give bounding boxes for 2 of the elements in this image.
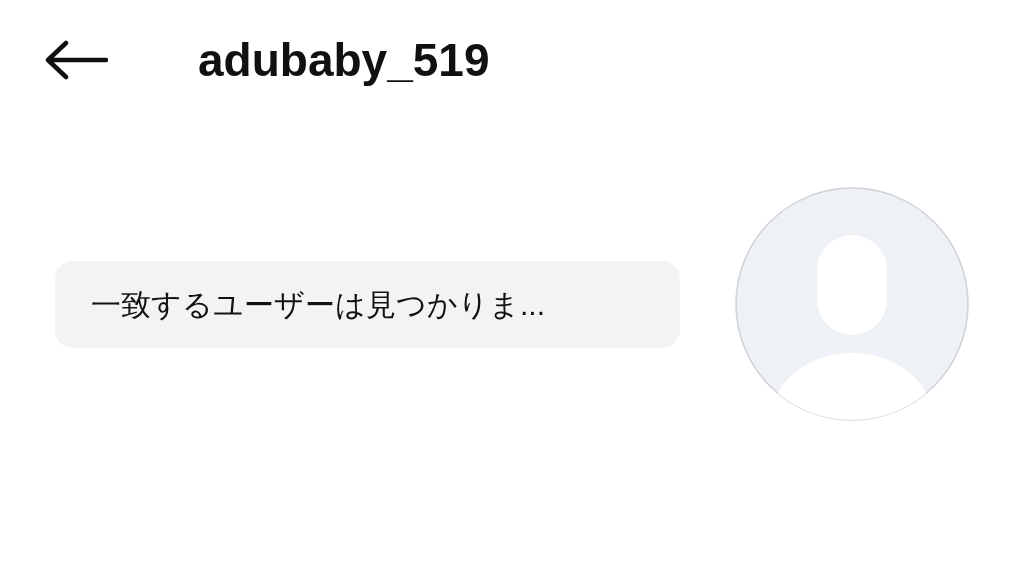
message-bubble: 一致するユーザーは見つかりま... (55, 260, 680, 348)
back-arrow-icon[interactable] (44, 40, 108, 80)
